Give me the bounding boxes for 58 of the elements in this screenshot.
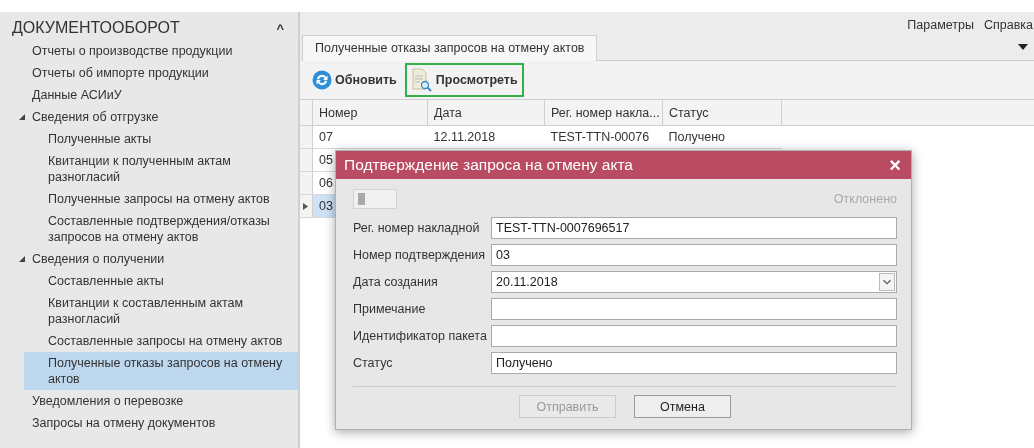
- table-cell: 07: [319, 130, 333, 144]
- toggle-switch[interactable]: [353, 189, 397, 209]
- close-button[interactable]: ×: [889, 155, 901, 175]
- refresh-icon: [312, 70, 332, 90]
- column-header[interactable]: Рег. номер накла...: [544, 100, 663, 126]
- table-cell: 05: [319, 153, 333, 167]
- sidebar-item[interactable]: Квитанции к полученным актам разногласий: [24, 150, 298, 188]
- chevron-down-icon[interactable]: [879, 272, 895, 291]
- sidebar-item[interactable]: Полученные отказы запросов на отмену актов: [24, 352, 298, 390]
- dropdown-icon[interactable]: [1018, 44, 1028, 50]
- field-label: Рег. номер накладной: [353, 220, 481, 235]
- sidebar-item[interactable]: Полученные запросы на отмену актов: [24, 188, 298, 210]
- table-cell: 06: [319, 176, 333, 190]
- document-search-icon: [410, 68, 433, 92]
- input-field[interactable]: Получено: [491, 351, 897, 374]
- date-field[interactable]: 20.11.2018: [491, 270, 897, 293]
- view-button[interactable]: Просмотреть: [404, 63, 524, 97]
- sidebar-item[interactable]: Уведомления о перевозке: [0, 390, 298, 412]
- sidebar-item[interactable]: Составленные акты: [24, 270, 298, 292]
- menu-item[interactable]: Справка: [983, 18, 1033, 36]
- sidebar-item[interactable]: Составленные запросы на отмену актов: [24, 330, 298, 352]
- sidebar-item[interactable]: Полученные акты: [24, 128, 298, 150]
- sidebar-item[interactable]: Данные АСИиУ: [0, 84, 298, 106]
- section-title: ДОКУМЕНТООБОРОТ: [12, 19, 180, 37]
- table-cell: 03: [319, 199, 333, 213]
- sidebar-item[interactable]: Отчеты об импорте продукции: [0, 62, 298, 84]
- sidebar-item[interactable]: Запросы на отмену документов: [0, 412, 298, 434]
- cancel-button[interactable]: Отмена: [634, 395, 731, 418]
- field-label: Примечание: [353, 301, 427, 316]
- input-field[interactable]: 03: [491, 243, 897, 266]
- expanded-triangle-icon[interactable]: [18, 255, 26, 263]
- field-label: Статус: [353, 355, 394, 370]
- field-label: Дата создания: [353, 274, 439, 289]
- sidebar-item[interactable]: Сведения о получении: [0, 248, 298, 270]
- sidebar-item[interactable]: Составленные подтверждения/отказы запросов на отмену актов: [24, 210, 298, 248]
- row-pointer-icon: [303, 203, 308, 210]
- input-field[interactable]: TEST-TTN-0007696517: [491, 216, 897, 239]
- expanded-triangle-icon[interactable]: [18, 113, 26, 121]
- table-row[interactable]: 07 12.11.2018 TEST-TTN-00076 Получено: [300, 125, 782, 149]
- field-label: Идентификатор пакета: [353, 328, 488, 343]
- toggle-label: Отклонено: [833, 192, 897, 206]
- menu-item[interactable]: Параметры: [907, 18, 974, 36]
- field-label: Номер подтверждения: [353, 247, 487, 262]
- table-cell: 12.11.2018: [433, 130, 496, 144]
- table-cell: Получено: [668, 130, 726, 144]
- sidebar-item[interactable]: Сведения об отгрузке: [0, 106, 298, 128]
- input-field[interactable]: [491, 297, 897, 320]
- table-cell: TEST-TTN-00076: [550, 130, 650, 144]
- column-header[interactable]: Статус: [662, 100, 782, 126]
- collapse-icon[interactable]: ^: [276, 20, 284, 36]
- dialog-title: Подтверждение запроса на отмену акта: [344, 156, 633, 174]
- column-header[interactable]: Дата: [427, 100, 545, 126]
- column-header[interactable]: Номер: [312, 100, 428, 126]
- refresh-button[interactable]: Обновить: [306, 65, 403, 95]
- sidebar-item[interactable]: Отчеты о производстве продукции: [0, 40, 298, 62]
- tab[interactable]: Полученные отказы запросов на отмену актов: [302, 35, 598, 61]
- input-field[interactable]: [491, 324, 897, 347]
- sidebar-item[interactable]: Квитанции к составленным актам разногласий: [24, 292, 298, 330]
